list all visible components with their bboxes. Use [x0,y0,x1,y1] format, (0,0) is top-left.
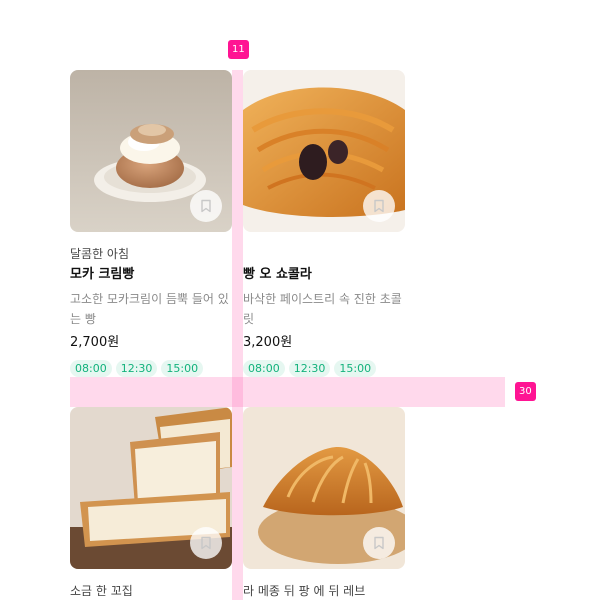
product-description-line2: 는 빵 [70,312,96,326]
product-image[interactable] [243,70,405,232]
row-gap-badge: 30 [515,382,536,401]
time-chip[interactable]: 12:30 [115,360,158,377]
time-chip[interactable]: 08:00 [243,360,285,377]
product-description-line2: 릿 [243,312,255,326]
column-gap-badge: 11 [228,40,249,59]
product-name: 빵 오 쇼콜라 [243,267,312,282]
pickup-times: 08:00 12:30 15:00 [243,360,405,377]
bookmark-icon [374,536,384,550]
product-tagline: 달콤한 아침 [70,247,130,261]
product-price: 3,200원 [243,335,293,350]
product-card[interactable]: 소금 한 꼬집 [70,407,232,599]
product-tagline: 라 메종 뒤 팡 에 뒤 레브 [243,584,366,598]
time-chip[interactable]: 08:00 [70,360,112,377]
bookmark-button[interactable] [363,527,395,559]
product-description-line1: 바삭한 페이스트리 속 진한 초콜 [243,292,402,306]
product-card[interactable]: 빵 오 쇼콜라 바삭한 페이스트리 속 진한 초콜 릿 3,200원 08:00… [243,70,405,377]
pickup-times: 08:00 12:30 15:00 [70,360,232,377]
product-card[interactable]: 라 메종 뒤 팡 에 뒤 레브 [243,407,405,599]
product-name: 모카 크림빵 [70,267,135,282]
product-tagline: 소금 한 꼬집 [70,584,133,598]
column-gap-overlay [232,70,243,600]
bookmark-button[interactable] [363,190,395,222]
product-image[interactable] [243,407,405,569]
product-image[interactable] [70,70,232,232]
time-chip[interactable]: 12:30 [288,360,331,377]
product-price: 2,700원 [70,335,120,350]
time-chip[interactable]: 15:00 [334,360,377,377]
time-chip[interactable]: 15:00 [161,360,204,377]
bookmark-icon [201,199,211,213]
row-gap-overlay [70,377,505,407]
bookmark-button[interactable] [190,527,222,559]
product-card[interactable]: 달콤한 아침 모카 크림빵 고소한 모카크림이 듬뿍 들어 있 는 빵 2,70… [70,70,232,377]
bookmark-icon [201,536,211,550]
bookmark-button[interactable] [190,190,222,222]
product-description-line1: 고소한 모카크림이 듬뿍 들어 있 [70,292,229,306]
product-image[interactable] [70,407,232,569]
bookmark-icon [374,199,384,213]
product-tagline [243,246,405,262]
